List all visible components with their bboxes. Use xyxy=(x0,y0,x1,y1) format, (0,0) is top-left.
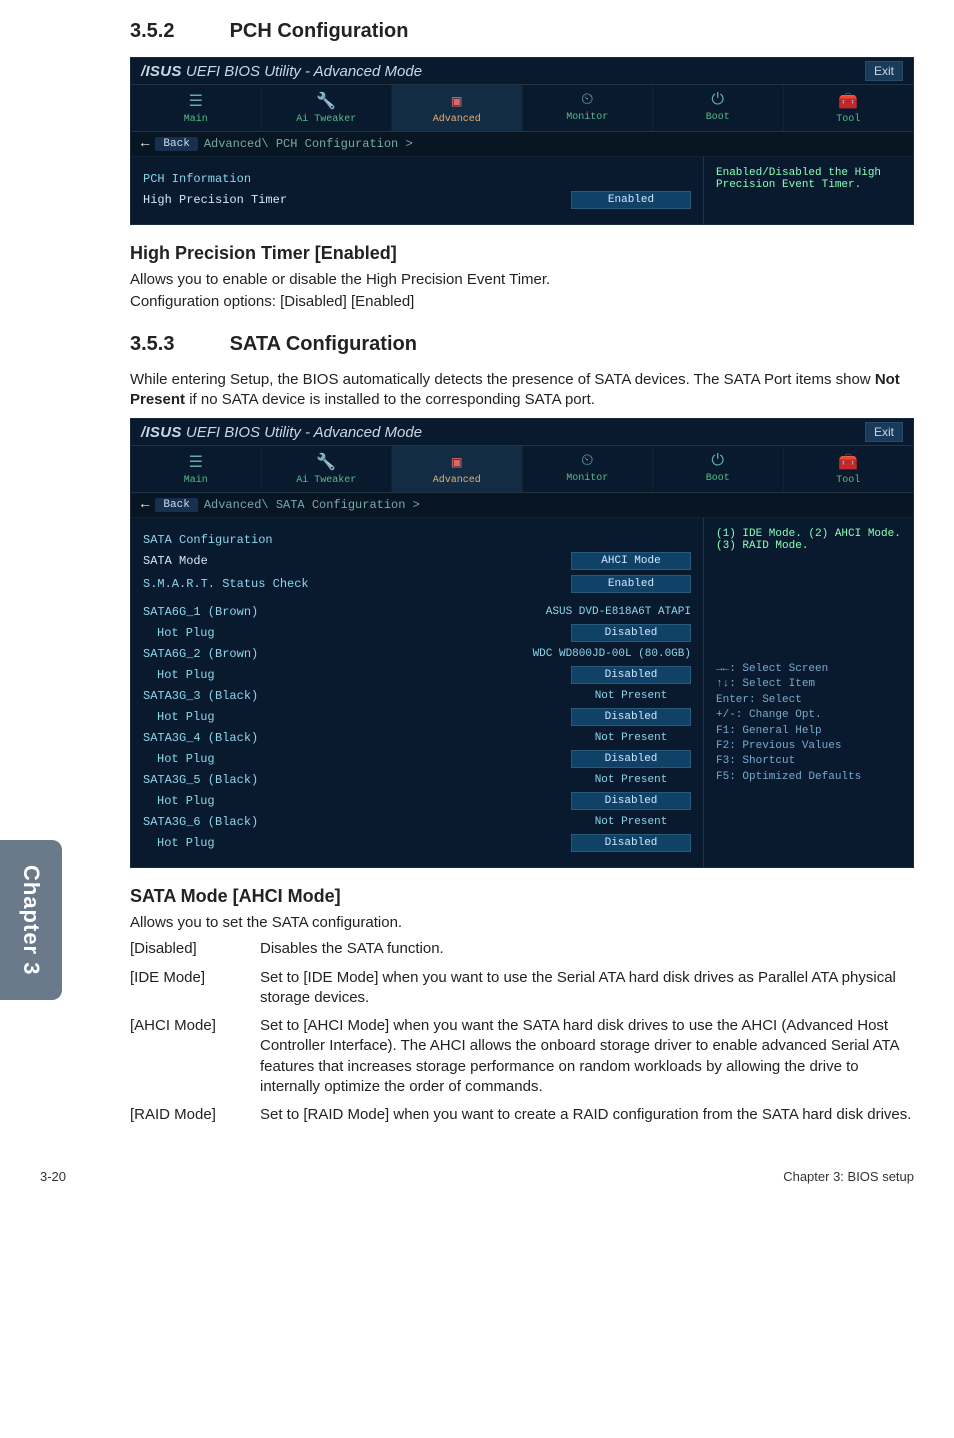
bios2-breadcrumb: ← Back Advanced\ SATA Configuration > xyxy=(131,493,913,518)
sata-port4-item: SATA3G_4 (Black) Not Present xyxy=(143,731,691,745)
bios2-tabs: ☰Main 🔧Ai Tweaker ▣Advanced ⏲Monitor ⏻Bo… xyxy=(131,445,913,493)
hpt-desc2: Configuration options: [Disabled] [Enabl… xyxy=(130,292,914,312)
hpt-subheading: High Precision Timer [Enabled] xyxy=(130,243,914,264)
bios1-help-text: Enabled/Disabled the High Precision Even… xyxy=(716,167,901,191)
side-chapter-label: Chapter 3 xyxy=(18,865,44,975)
tab-monitor[interactable]: ⏲Monitor xyxy=(522,85,653,131)
sata-mode-desc: Allows you to set the SATA configuration… xyxy=(130,913,914,933)
tab-boot[interactable]: ⏻Boot xyxy=(652,446,783,492)
def-disabled: [Disabled] Disables the SATA function. xyxy=(130,935,914,963)
sata-port2-item: SATA6G_2 (Brown) WDC WD800JD-00L (80.0GB… xyxy=(143,647,691,661)
sata-mode-value[interactable]: AHCI Mode xyxy=(571,552,691,570)
exit-button[interactable]: Exit xyxy=(865,422,903,442)
sata-port5-item: SATA3G_5 (Black) Not Present xyxy=(143,773,691,787)
bios2-help-text: (1) IDE Mode. (2) AHCI Mode. (3) RAID Mo… xyxy=(716,528,901,552)
sata-mode-subheading: SATA Mode [AHCI Mode] xyxy=(130,886,914,907)
bios1-breadcrumb: ← Back Advanced\ PCH Configuration > xyxy=(131,132,913,157)
list-icon: ☰ xyxy=(133,452,259,472)
tab-boot[interactable]: ⏻Boot xyxy=(652,85,783,131)
sata-port3-hotplug[interactable]: Hot Plug Disabled xyxy=(143,708,691,726)
def-ahci: [AHCI Mode] Set to [AHCI Mode] when you … xyxy=(130,1012,914,1101)
section-352-num: 3.5.2 xyxy=(130,20,224,43)
hotkeys: →←: Select Screen ↑↓: Select Item Enter:… xyxy=(716,662,901,785)
sata-mode-item[interactable]: SATA Mode AHCI Mode xyxy=(143,552,691,570)
pch-info-item[interactable]: PCH Information xyxy=(143,172,691,186)
chapter-label: Chapter 3: BIOS setup xyxy=(783,1169,914,1184)
tab-tool[interactable]: 🧰Tool xyxy=(783,446,914,492)
sata-port5-hotplug[interactable]: Hot Plug Disabled xyxy=(143,792,691,810)
asus-logo-text: /ISUS xyxy=(141,424,182,441)
section-353-num: 3.5.3 xyxy=(130,333,224,356)
bios-pch-screenshot: /ISUS UEFI BIOS Utility - Advanced Mode … xyxy=(130,57,914,225)
def-ide: [IDE Mode] Set to [IDE Mode] when you wa… xyxy=(130,964,914,1013)
chip-icon: ▣ xyxy=(394,452,520,472)
sata-port3-item: SATA3G_3 (Black) Not Present xyxy=(143,689,691,703)
tab-advanced[interactable]: ▣Advanced xyxy=(391,85,522,131)
sata-port4-hotplug[interactable]: Hot Plug Disabled xyxy=(143,750,691,768)
wrench-icon: 🔧 xyxy=(264,91,390,111)
tab-ai-tweaker[interactable]: 🔧Ai Tweaker xyxy=(261,85,392,131)
tab-main[interactable]: ☰Main xyxy=(131,446,261,492)
back-button[interactable]: Back xyxy=(155,498,197,512)
bios2-titlebar: /ISUS UEFI BIOS Utility - Advanced Mode … xyxy=(131,419,913,445)
bios2-crumb-text: Advanced\ SATA Configuration > xyxy=(204,498,420,512)
power-icon: ⏻ xyxy=(655,452,781,470)
section-353-title: SATA Configuration xyxy=(230,333,417,355)
smart-value[interactable]: Enabled xyxy=(571,575,691,593)
sata-port2-hotplug[interactable]: Hot Plug Disabled xyxy=(143,666,691,684)
bios1-tabs: ☰Main 🔧Ai Tweaker ▣Advanced ⏲Monitor ⏻Bo… xyxy=(131,84,913,132)
smart-status-item[interactable]: S.M.A.R.T. Status Check Enabled xyxy=(143,575,691,593)
gauge-icon: ⏲ xyxy=(525,91,651,109)
toolbox-icon: 🧰 xyxy=(786,91,912,111)
bios-title-text: UEFI BIOS Utility - Advanced Mode xyxy=(186,424,422,441)
bios1-help-pane: Enabled/Disabled the High Precision Even… xyxy=(703,157,913,224)
sata-intro: While entering Setup, the BIOS automatic… xyxy=(130,370,914,411)
bios-sata-screenshot: /ISUS UEFI BIOS Utility - Advanced Mode … xyxy=(130,418,914,868)
exit-button[interactable]: Exit xyxy=(865,61,903,81)
page-number: 3-20 xyxy=(40,1169,66,1184)
bios2-help-pane: (1) IDE Mode. (2) AHCI Mode. (3) RAID Mo… xyxy=(703,518,913,867)
bios1-crumb-text: Advanced\ PCH Configuration > xyxy=(204,137,413,151)
sata-mode-options-table: [Disabled] Disables the SATA function. [… xyxy=(130,935,914,1129)
tab-monitor[interactable]: ⏲Monitor xyxy=(522,446,653,492)
tab-ai-tweaker[interactable]: 🔧Ai Tweaker xyxy=(261,446,392,492)
page-footer: 3-20 Chapter 3: BIOS setup xyxy=(0,1159,954,1202)
section-352-heading: 3.5.2 PCH Configuration xyxy=(130,20,914,43)
side-chapter-tab: Chapter 3 xyxy=(0,840,62,1000)
back-arrow-icon[interactable]: ← xyxy=(141,497,149,513)
tab-main[interactable]: ☰Main xyxy=(131,85,261,131)
section-353-heading: 3.5.3 SATA Configuration xyxy=(130,333,914,356)
list-icon: ☰ xyxy=(133,91,259,111)
toolbox-icon: 🧰 xyxy=(786,452,912,472)
bios1-titlebar: /ISUS UEFI BIOS Utility - Advanced Mode … xyxy=(131,58,913,84)
back-arrow-icon[interactable]: ← xyxy=(141,136,149,152)
tab-advanced[interactable]: ▣Advanced xyxy=(391,446,522,492)
back-button[interactable]: Back xyxy=(155,137,197,151)
section-352-title: PCH Configuration xyxy=(230,20,409,42)
sata-config-header: SATA Configuration xyxy=(143,533,691,547)
tab-tool[interactable]: 🧰Tool xyxy=(783,85,914,131)
bios-title-text: UEFI BIOS Utility - Advanced Mode xyxy=(186,63,422,80)
def-raid: [RAID Mode] Set to [RAID Mode] when you … xyxy=(130,1101,914,1129)
high-precision-timer-item[interactable]: High Precision Timer Enabled xyxy=(143,191,691,209)
chip-icon: ▣ xyxy=(394,91,520,111)
gauge-icon: ⏲ xyxy=(525,452,651,470)
sata-port1-item: SATA6G_1 (Brown) ASUS DVD-E818A6T ATAPI xyxy=(143,605,691,619)
sata-port6-item: SATA3G_6 (Black) Not Present xyxy=(143,815,691,829)
power-icon: ⏻ xyxy=(655,91,781,109)
sata-port1-hotplug[interactable]: Hot Plug Disabled xyxy=(143,624,691,642)
hpt-desc1: Allows you to enable or disable the High… xyxy=(130,270,914,290)
sata-port6-hotplug[interactable]: Hot Plug Disabled xyxy=(143,834,691,852)
asus-logo-text: /ISUS xyxy=(141,63,182,80)
hpt-value[interactable]: Enabled xyxy=(571,191,691,209)
wrench-icon: 🔧 xyxy=(264,452,390,472)
